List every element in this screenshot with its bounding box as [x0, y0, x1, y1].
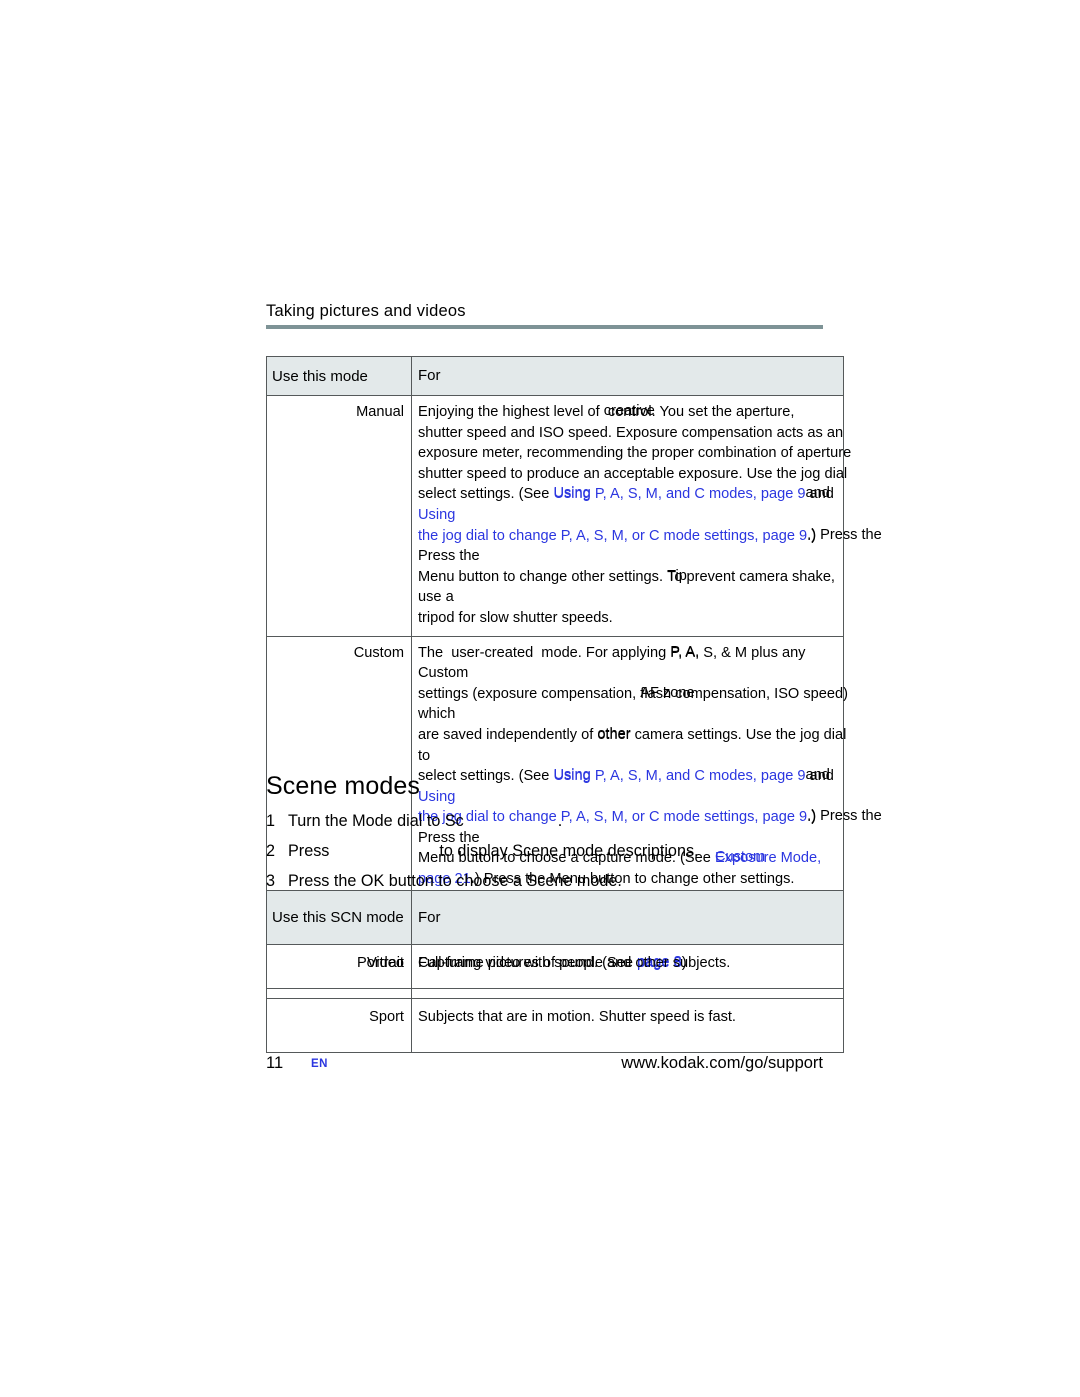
col-header-scn-mode: Use this SCN mode — [266, 890, 412, 945]
table-header-row: Use this mode For — [266, 356, 844, 396]
scn-mode-description: Full-frame pictures of people and other … — [411, 944, 844, 999]
col-header-mode: Use this mode — [266, 356, 412, 396]
section-heading: Scene modes — [266, 772, 420, 800]
mode-description: Enjoying the highest level of creative c… — [411, 395, 882, 637]
table-row: Portrait Full-frame pictures of people a… — [266, 944, 844, 999]
page-footer: 11 EN www.kodak.com/go/support — [266, 1054, 823, 1078]
scn-mode-name: Portrait — [266, 944, 412, 999]
header-rule — [266, 325, 823, 329]
step-number: 1 — [266, 812, 276, 830]
table-row: Sport Subjects that are in motion. Shutt… — [266, 998, 844, 1053]
scene-modes-steps: 1 Turn the Mode dial to Sc. 2 Press to di… — [266, 806, 866, 896]
list-item: 1 Turn the Mode dial to Sc. — [266, 806, 866, 836]
scene-modes-table: Use this SCN mode For Portrait Full-fram… — [266, 890, 844, 1053]
step-text: Press to display Scene mode descriptions. — [288, 842, 699, 860]
language-code: EN — [311, 1058, 328, 1070]
support-url[interactable]: www.kodak.com/go/support — [621, 1054, 823, 1073]
document-page: Taking pictures and videos Use this mode… — [0, 0, 1080, 1397]
cross-reference-link[interactable]: the jog dial to change P, A, S, M, or C … — [418, 528, 807, 544]
mode-name: Manual — [266, 395, 412, 637]
scn-mode-description: Subjects that are in motion. Shutter spe… — [411, 998, 844, 1053]
table-row: Manual Enjoying the highest level of cre… — [266, 395, 882, 637]
col-header-for: For — [411, 356, 844, 396]
step-text: Turn the Mode dial to Sc. — [288, 812, 563, 830]
step-number: 2 — [266, 842, 276, 860]
scn-mode-name: Sport — [266, 998, 412, 1053]
table-header-row: Use this SCN mode For — [266, 890, 844, 945]
menu-button-glyph-icon — [329, 855, 439, 856]
running-head: Taking pictures and videos — [266, 302, 466, 320]
mode-dial-glyph-icon — [464, 825, 558, 826]
list-item: 2 Press to display Scene mode description… — [266, 836, 866, 866]
cross-reference-link[interactable]: Using P, A, S, M, and C modes, page 9 — [553, 768, 805, 784]
cross-reference-link[interactable]: Using P, A, S, M, and C modes, page 9 — [553, 486, 805, 502]
page-number: 11 — [266, 1054, 284, 1072]
col-header-for: For — [411, 890, 844, 945]
